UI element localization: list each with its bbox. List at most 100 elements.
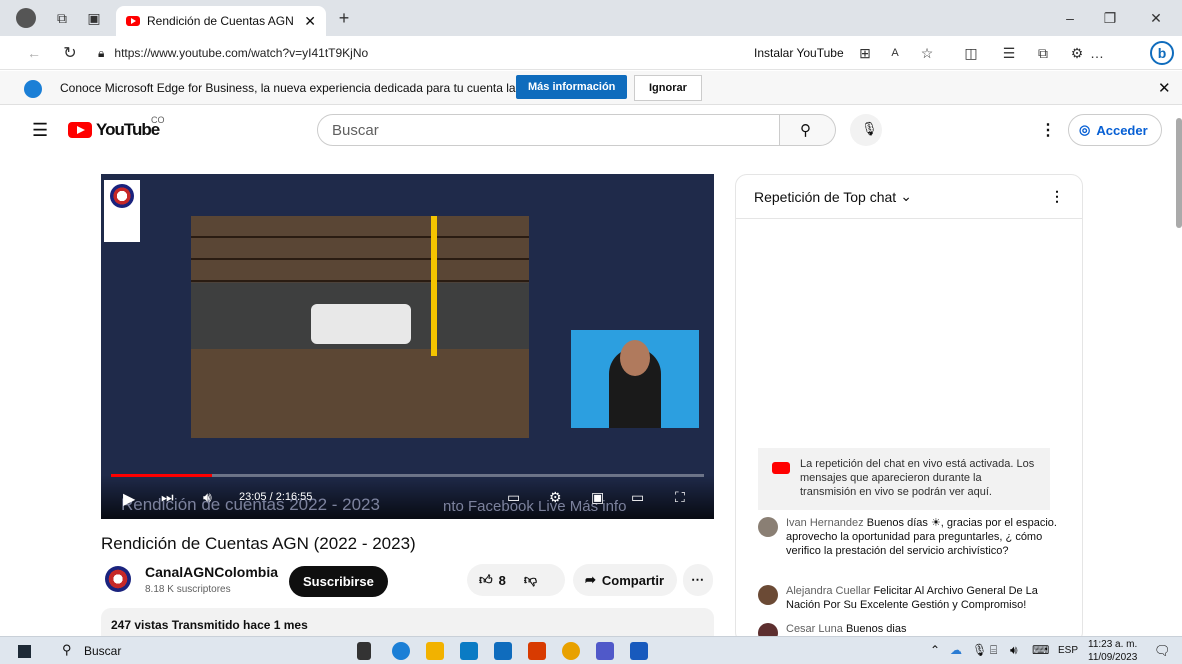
notifications-icon[interactable]: 🗨	[1154, 643, 1171, 659]
flag-icon	[431, 216, 437, 356]
video-player[interactable]: Rendición de cuentas 2022 - 2023 nto Fac…	[101, 174, 714, 519]
read-aloud-icon[interactable]: A	[886, 44, 904, 62]
office-icon[interactable]	[528, 642, 546, 660]
chevron-down-icon[interactable]: ⌄	[900, 188, 912, 205]
like-icon[interactable]: 👍︎	[479, 572, 493, 588]
subscribe-button[interactable]: Suscribirse	[289, 566, 388, 597]
favorite-star-icon[interactable]: ☆	[918, 44, 936, 62]
search-icon: ⚲	[800, 122, 811, 139]
clock-time[interactable]: 11:23 a. m.	[1088, 639, 1137, 650]
network-icon[interactable]: ⌸	[990, 643, 997, 658]
chat-author: Alejandra Cuellar	[786, 585, 871, 597]
more-icon[interactable]: …	[1088, 44, 1106, 62]
clock-date[interactable]: 11/09/2023	[1088, 652, 1137, 663]
share-label: Compartir	[601, 572, 665, 588]
favorites-icon[interactable]: ☰	[1000, 44, 1018, 62]
subscriber-count: 8.18 K suscriptores	[145, 584, 231, 595]
chat-panel: Repetición de Top chat ⌄ ⋮ La repetición…	[735, 174, 1083, 644]
lock-icon: 🔒︎	[98, 45, 105, 60]
mail-icon[interactable]	[494, 642, 512, 660]
settings-more-icon[interactable]: ⋮	[1040, 120, 1056, 140]
word-icon[interactable]	[630, 642, 648, 660]
chat-replay-notice: La repetición del chat en vivo está acti…	[758, 448, 1050, 510]
like-dislike-group: 👍︎ 8 👎︎	[467, 564, 565, 596]
subtitles-icon[interactable]: ▭	[507, 489, 520, 506]
search-input[interactable]: Buscar	[317, 114, 780, 146]
close-infobar-icon[interactable]: ✕	[1158, 79, 1171, 97]
dislike-icon[interactable]: 👎︎	[524, 572, 537, 588]
video-title: Rendición de Cuentas AGN (2022 - 2023)	[101, 534, 416, 553]
voice-search-button[interactable]: 🎙︎	[850, 114, 882, 146]
miniplayer-icon[interactable]: ▣	[591, 489, 604, 506]
active-tab[interactable]: Rendición de Cuentas AGN (202 ✕	[116, 6, 326, 36]
view-info: 247 vistas Transmitido hace 1 mes	[111, 618, 308, 632]
language-indicator[interactable]: ESP	[1058, 645, 1078, 656]
fullscreen-icon[interactable]: ⛶	[675, 489, 685, 506]
refresh-icon[interactable]: ↻	[60, 43, 80, 63]
settings-icon[interactable]: ⚙	[549, 489, 562, 506]
chat-header-title[interactable]: Repetición de Top chat	[754, 189, 896, 205]
close-window-icon[interactable]: ✕	[1146, 8, 1166, 28]
store-icon[interactable]	[460, 642, 478, 660]
collections-icon[interactable]: ⧉	[1034, 44, 1052, 62]
time-display: 23:05 / 2:16:55	[239, 491, 313, 503]
install-app-button[interactable]: Instalar YouTube	[754, 46, 844, 60]
search-placeholder: Buscar	[332, 121, 379, 139]
new-tab-icon[interactable]: +	[334, 8, 354, 28]
signin-button[interactable]: ◎ Acceder	[1068, 114, 1162, 146]
browser-tab-bar: ⧉ ▣ Rendición de Cuentas AGN (202 ✕ + – …	[0, 0, 1182, 36]
microphone-icon: 🎙︎	[861, 121, 878, 136]
search-button[interactable]: ⚲	[780, 114, 836, 146]
split-screen-icon[interactable]: ◫	[962, 44, 980, 62]
file-explorer-icon[interactable]	[426, 642, 444, 660]
video-frame	[191, 216, 529, 438]
next-icon[interactable]: ⏭	[161, 489, 174, 506]
minimize-icon[interactable]: –	[1060, 8, 1080, 28]
more-info-button[interactable]: Más información	[516, 75, 628, 99]
taskbar-search-input[interactable]: Buscar	[84, 644, 121, 658]
agn-logo-icon	[104, 180, 140, 242]
channel-avatar[interactable]	[105, 566, 131, 592]
tray-chevron-icon[interactable]: ⌃	[930, 643, 940, 657]
edge-info-bar: Conoce Microsoft Edge for Business, la n…	[0, 71, 1182, 105]
avatar	[758, 585, 778, 605]
page-scrollbar[interactable]	[1176, 118, 1182, 228]
teams-icon[interactable]	[596, 642, 614, 660]
address-bar-row: ← ↻ 🔒︎ https://www.youtube.com/watch?v=y…	[0, 36, 1182, 70]
chat-author: Cesar Luna	[786, 623, 843, 635]
windows-start-icon[interactable]	[18, 645, 31, 658]
app-available-icon[interactable]: ⊞	[856, 44, 874, 62]
speaker-icon[interactable]: 🔊︎	[1010, 643, 1018, 658]
mic-tray-icon[interactable]: 🎙︎	[972, 643, 987, 657]
input-icon[interactable]: ⌨	[1032, 643, 1049, 657]
windows-taskbar: ⚲ Buscar ⌃ ☁ 🎙︎ ⌸ 🔊︎ ⌨ ESP 11:23 a. m. 1…	[0, 636, 1182, 664]
share-button[interactable]: ➦ Compartir	[573, 564, 677, 596]
onedrive-icon[interactable]: ☁	[950, 643, 962, 657]
profile-icon[interactable]	[16, 8, 36, 28]
play-icon[interactable]: ▶	[123, 489, 135, 509]
youtube-notice-icon	[772, 462, 790, 474]
chat-more-icon[interactable]: ⋮	[1050, 188, 1064, 205]
copilot-icon[interactable]: b	[1150, 41, 1174, 65]
youtube-favicon-icon	[126, 16, 140, 26]
sign-language-interpreter	[571, 330, 699, 428]
country-code: CO	[151, 115, 165, 125]
extensions-icon[interactable]: ⚙	[1068, 44, 1086, 62]
channel-name[interactable]: CanalAGNColombia	[145, 564, 278, 580]
tab-actions-icon[interactable]: ▣	[84, 8, 104, 28]
menu-icon[interactable]: ☰	[32, 120, 48, 141]
back-icon[interactable]: ←	[24, 43, 44, 63]
close-tab-icon[interactable]: ✕	[304, 13, 316, 30]
chat-text: Buenos dias	[845, 623, 907, 635]
theater-icon[interactable]: ▭	[631, 489, 644, 506]
edge-taskbar-icon[interactable]	[392, 642, 410, 660]
restore-icon[interactable]: ❐	[1100, 8, 1120, 28]
chrome-icon[interactable]	[562, 642, 580, 660]
description-box[interactable]: 247 vistas Transmitido hace 1 mes	[101, 608, 714, 636]
task-view-icon[interactable]	[357, 642, 371, 660]
workspaces-icon[interactable]: ⧉	[52, 8, 72, 28]
ignore-button[interactable]: Ignorar	[634, 75, 702, 101]
volume-icon[interactable]: 🔊︎	[203, 489, 212, 506]
address-field[interactable]: 🔒︎ https://www.youtube.com/watch?v=yI41t…	[98, 40, 738, 66]
more-actions-button[interactable]: ⋯	[683, 564, 713, 596]
